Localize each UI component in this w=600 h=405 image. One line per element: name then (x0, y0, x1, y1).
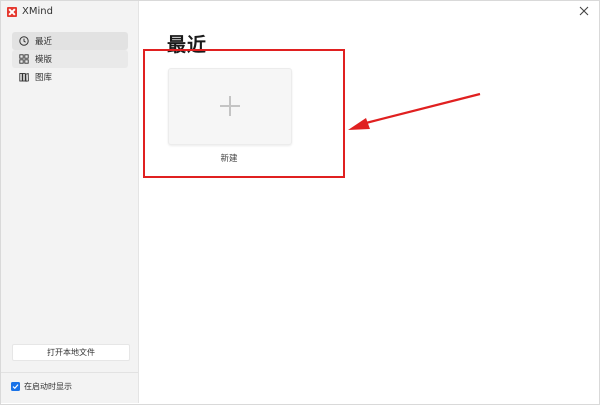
clock-icon (19, 36, 29, 46)
sidebar-nav: 最近 模版 图库 (12, 32, 128, 86)
show-on-startup-checkbox[interactable] (11, 382, 20, 391)
title-bar: XMind (7, 6, 53, 17)
checkmark-icon (12, 384, 19, 390)
close-icon[interactable] (578, 5, 590, 17)
annotation-arrow-icon (348, 92, 481, 130)
sidebar-divider (1, 372, 138, 373)
annotation-highlight-box (143, 49, 345, 178)
sidebar: XMind 最近 模版 图库 打开本地文件 在启动时显示 (1, 1, 139, 403)
library-icon (19, 73, 29, 82)
app-title: XMind (22, 6, 53, 17)
xmind-logo-icon (7, 6, 17, 17)
open-local-file-button[interactable]: 打开本地文件 (12, 344, 130, 361)
grid-icon (19, 54, 29, 64)
sidebar-item-label: 最近 (35, 37, 53, 47)
sidebar-item-library[interactable]: 图库 (12, 68, 128, 86)
sidebar-item-templates[interactable]: 模版 (12, 50, 128, 68)
show-on-startup-label: 在启动时显示 (24, 382, 72, 391)
show-on-startup-option[interactable]: 在启动时显示 (11, 381, 72, 392)
sidebar-item-label: 模版 (35, 55, 53, 65)
sidebar-item-label: 图库 (35, 73, 53, 83)
sidebar-item-recent[interactable]: 最近 (12, 32, 128, 50)
